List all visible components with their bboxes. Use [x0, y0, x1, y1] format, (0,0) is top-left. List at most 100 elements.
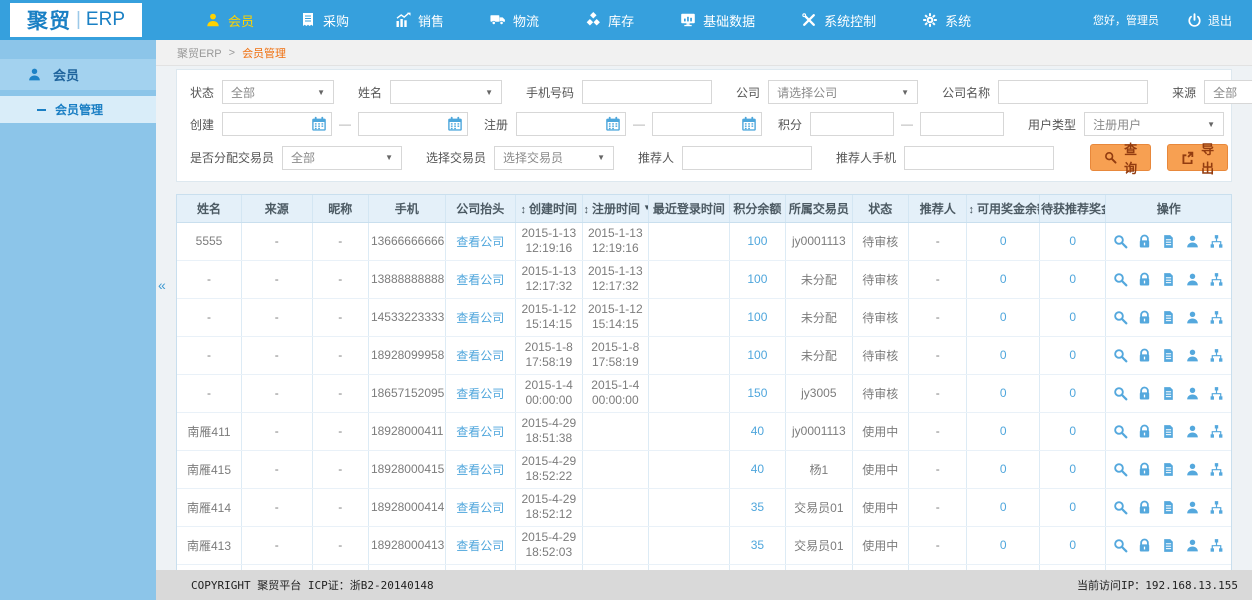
view-company-link[interactable]: 查看公司 [456, 425, 504, 439]
pending-bonus-value[interactable]: 0 [1069, 386, 1076, 400]
pending-bonus-value[interactable]: 0 [1069, 538, 1076, 552]
view-company-link[interactable]: 查看公司 [456, 539, 504, 553]
referrer-input[interactable] [682, 145, 813, 170]
relation-icon[interactable] [1209, 272, 1224, 287]
view-company-link[interactable]: 查看公司 [456, 501, 504, 515]
log-icon[interactable] [1161, 462, 1176, 477]
member-icon[interactable] [1185, 462, 1200, 477]
status-select[interactable]: 全部 ▼ [222, 80, 335, 104]
bonus-value[interactable]: 0 [1000, 462, 1007, 476]
view-company-link[interactable]: 查看公司 [456, 387, 504, 401]
member-icon[interactable] [1185, 234, 1200, 249]
lock-icon[interactable] [1137, 462, 1152, 477]
relation-icon[interactable] [1209, 500, 1224, 515]
pending-bonus-value[interactable]: 0 [1069, 234, 1076, 248]
nav-item-members[interactable]: 会员 [182, 0, 277, 40]
view-company-link[interactable]: 查看公司 [456, 349, 504, 363]
log-icon[interactable] [1161, 310, 1176, 325]
log-icon[interactable] [1161, 424, 1176, 439]
view-icon[interactable] [1113, 234, 1128, 249]
column-header[interactable]: ↕注册时间▼ [582, 195, 650, 223]
bonus-value[interactable]: 0 [1000, 500, 1007, 514]
bonus-value[interactable]: 0 [1000, 424, 1007, 438]
calendar-icon[interactable] [311, 116, 327, 132]
referrer-phone-input[interactable] [904, 145, 1055, 170]
relation-icon[interactable] [1209, 462, 1224, 477]
export-button[interactable]: 导出 [1167, 142, 1229, 176]
log-icon[interactable] [1161, 272, 1176, 287]
lock-icon[interactable] [1137, 234, 1152, 249]
log-icon[interactable] [1161, 500, 1176, 515]
query-button[interactable]: 查询 [1090, 142, 1152, 176]
logout-button[interactable]: 退出 [1187, 12, 1232, 29]
view-icon[interactable] [1113, 386, 1128, 401]
log-icon[interactable] [1161, 234, 1176, 249]
points-value[interactable]: 40 [751, 462, 764, 476]
sidebar-item-member-management[interactable]: 会员管理 [0, 96, 156, 123]
view-icon[interactable] [1113, 462, 1128, 477]
pending-bonus-value[interactable]: 0 [1069, 348, 1076, 362]
points-value[interactable]: 100 [747, 348, 767, 362]
trader-select[interactable]: 选择交易员 ▼ [494, 145, 615, 170]
relation-icon[interactable] [1209, 424, 1224, 439]
column-header[interactable]: ↕ 创建时间 [515, 195, 583, 223]
view-icon[interactable] [1113, 348, 1128, 363]
lock-icon[interactable] [1137, 272, 1152, 287]
relation-icon[interactable] [1209, 310, 1224, 325]
member-icon[interactable] [1185, 424, 1200, 439]
calendar-icon[interactable] [447, 116, 463, 132]
phone-input[interactable] [582, 80, 713, 104]
name-select[interactable]: ▼ [390, 80, 503, 104]
nav-item-logistics[interactable]: 物流 [467, 0, 562, 40]
sort-icon[interactable]: ↕ [968, 204, 974, 216]
lock-icon[interactable] [1137, 348, 1152, 363]
view-company-link[interactable]: 查看公司 [456, 273, 504, 287]
bonus-value[interactable]: 0 [1000, 386, 1007, 400]
points-value[interactable]: 100 [747, 310, 767, 324]
view-icon[interactable] [1113, 424, 1128, 439]
log-icon[interactable] [1161, 538, 1176, 553]
member-icon[interactable] [1185, 386, 1200, 401]
member-icon[interactable] [1185, 538, 1200, 553]
points-value[interactable]: 100 [747, 272, 767, 286]
pending-bonus-value[interactable]: 0 [1069, 272, 1076, 286]
view-company-link[interactable]: 查看公司 [456, 463, 504, 477]
nav-item-procurement[interactable]: 采购 [277, 0, 372, 40]
pending-bonus-value[interactable]: 0 [1069, 310, 1076, 324]
source-select[interactable]: 全部▼ [1204, 80, 1252, 104]
points-value[interactable]: 150 [747, 386, 767, 400]
relation-icon[interactable] [1209, 348, 1224, 363]
relation-icon[interactable] [1209, 234, 1224, 249]
nav-item-system[interactable]: 系统 [899, 0, 994, 40]
bonus-value[interactable]: 0 [1000, 234, 1007, 248]
trader-assigned-select[interactable]: 全部 ▼ [282, 145, 403, 170]
user-type-select[interactable]: 注册用户 ▼ [1084, 112, 1225, 136]
view-icon[interactable] [1113, 500, 1128, 515]
points-value[interactable]: 100 [747, 234, 767, 248]
member-icon[interactable] [1185, 348, 1200, 363]
view-company-link[interactable]: 查看公司 [456, 235, 504, 249]
lock-icon[interactable] [1137, 310, 1152, 325]
column-header[interactable]: ↕可用奖金余额 [966, 195, 1040, 223]
calendar-icon[interactable] [741, 116, 757, 132]
bonus-value[interactable]: 0 [1000, 310, 1007, 324]
pending-bonus-value[interactable]: 0 [1069, 424, 1076, 438]
member-icon[interactable] [1185, 272, 1200, 287]
view-icon[interactable] [1113, 538, 1128, 553]
member-icon[interactable] [1185, 500, 1200, 515]
log-icon[interactable] [1161, 348, 1176, 363]
log-icon[interactable] [1161, 386, 1176, 401]
relation-icon[interactable] [1209, 386, 1224, 401]
sidebar-collapse-handle[interactable]: « [158, 277, 166, 293]
lock-icon[interactable] [1137, 500, 1152, 515]
points-value[interactable]: 40 [751, 424, 764, 438]
points-value[interactable]: 35 [751, 538, 764, 552]
sidebar-group-members[interactable]: 会员 [0, 59, 156, 90]
nav-item-inventory[interactable]: 库存 [562, 0, 657, 40]
bonus-value[interactable]: 0 [1000, 272, 1007, 286]
company-select[interactable]: 请选择公司 ▼ [768, 80, 919, 104]
bonus-value[interactable]: 0 [1000, 538, 1007, 552]
points-value[interactable]: 35 [751, 500, 764, 514]
pending-bonus-value[interactable]: 0 [1069, 462, 1076, 476]
calendar-icon[interactable] [605, 116, 621, 132]
